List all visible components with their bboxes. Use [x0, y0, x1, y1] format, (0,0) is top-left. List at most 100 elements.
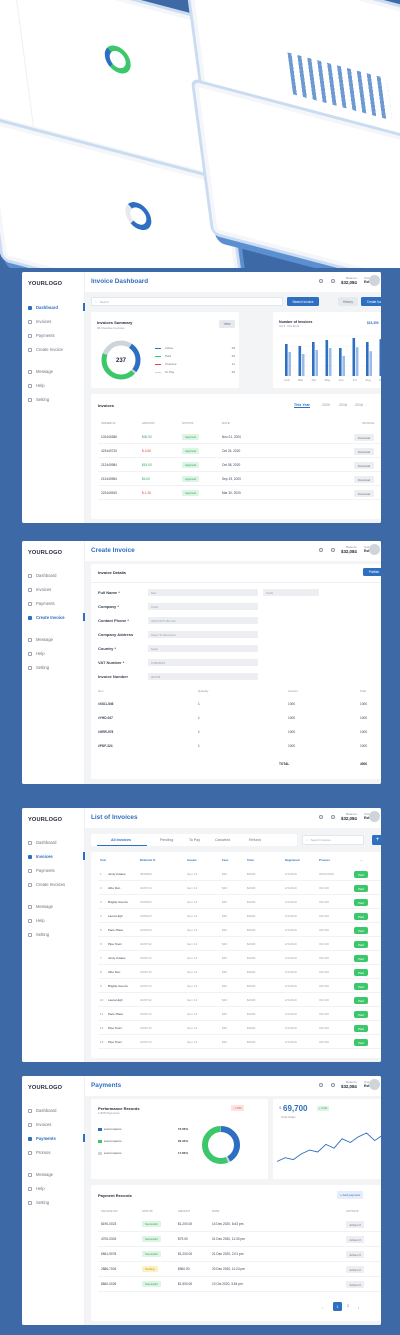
- nav-invoices[interactable]: Invoices: [28, 852, 85, 860]
- view-button[interactable]: View: [219, 320, 235, 328]
- nav-payments[interactable]: Payments: [28, 333, 85, 338]
- tab-all-invoices[interactable]: All Invoices: [111, 838, 131, 842]
- download-button[interactable]: Download: [354, 448, 374, 455]
- download-button[interactable]: Download: [354, 476, 374, 483]
- field-input[interactable]: Spain: [148, 645, 258, 652]
- nav-message[interactable]: Message: [28, 369, 85, 374]
- heart-icon[interactable]: [319, 279, 323, 283]
- search-invoices-input[interactable]: ○ Search Invoices: [302, 835, 364, 845]
- year-tab-2018[interactable]: 2018: [339, 403, 347, 407]
- legend-swatch: [155, 356, 161, 358]
- field-input[interactable]: Mayor St Barcelona: [148, 631, 258, 638]
- item-amount: 1000: [288, 716, 296, 720]
- nav-dashboard[interactable]: Dashboard: [28, 1108, 85, 1113]
- avatar[interactable]: [369, 1079, 380, 1090]
- actions-dropdown[interactable]: Actions ▾: [346, 1281, 364, 1288]
- avatar[interactable]: [369, 275, 380, 286]
- field-input[interactable]: 878826843: [148, 659, 258, 666]
- nav-payments[interactable]: Payments: [28, 1134, 85, 1142]
- actions-dropdown[interactable]: Actions ▾: [346, 1251, 364, 1258]
- nav-message[interactable]: Message: [28, 637, 85, 642]
- heart-icon[interactable]: [319, 815, 323, 819]
- next-page-icon[interactable]: ›: [358, 1305, 359, 1310]
- paid-button[interactable]: Paid: [354, 1025, 368, 1032]
- bell-icon[interactable]: [331, 815, 335, 819]
- nav-invoices[interactable]: Invoices: [28, 1122, 85, 1127]
- bell-icon[interactable]: [331, 279, 335, 283]
- paid-button[interactable]: Paid: [354, 969, 368, 976]
- tab-refund[interactable]: Refund: [249, 838, 261, 842]
- tab-to-pay[interactable]: To Pay: [189, 838, 200, 842]
- nav-setting[interactable]: Setting: [28, 397, 85, 402]
- actions-dropdown[interactable]: Actions ▾: [346, 1221, 364, 1228]
- paid-button[interactable]: Paid: [354, 941, 368, 948]
- field-input[interactable]: Twitto: [148, 603, 258, 610]
- avatar[interactable]: [369, 544, 380, 555]
- nav-dashboard[interactable]: Dashboard: [28, 840, 85, 845]
- avatar[interactable]: [369, 811, 380, 822]
- logo: YOURLOGO: [28, 817, 63, 823]
- field-input[interactable]: 001058: [148, 673, 258, 680]
- nav-help[interactable]: Help: [28, 918, 85, 923]
- prev-page-icon[interactable]: ‹: [322, 1305, 323, 1310]
- paid-button[interactable]: Paid: [354, 913, 368, 920]
- field-input[interactable]: Mac: [148, 589, 258, 596]
- nav-promos[interactable]: Promos: [28, 1150, 85, 1155]
- add-invoice-button[interactable]: +: [372, 835, 381, 845]
- page-2-button[interactable]: 2: [347, 1304, 349, 1308]
- year-tab-2020[interactable]: 2020: [322, 403, 330, 407]
- paid-button[interactable]: Paid: [354, 997, 368, 1004]
- download-button[interactable]: Download: [354, 490, 374, 497]
- nav-help[interactable]: Help: [28, 651, 85, 656]
- paid-button[interactable]: Paid: [354, 1039, 368, 1046]
- paid-button[interactable]: Paid: [354, 983, 368, 990]
- nav-setting[interactable]: Setting: [28, 1200, 85, 1205]
- paid-button[interactable]: Paid: [354, 1011, 368, 1018]
- download-button[interactable]: Download: [354, 462, 374, 469]
- total: $4000: [247, 1012, 256, 1016]
- nav-message[interactable]: Message: [28, 904, 85, 909]
- nav-setting[interactable]: Setting: [28, 932, 85, 937]
- actions-dropdown[interactable]: Actions ▾: [346, 1266, 364, 1273]
- paid-button[interactable]: Paid: [354, 955, 368, 962]
- paid-button[interactable]: Paid: [354, 871, 368, 878]
- nav-payments[interactable]: Payments: [28, 868, 85, 873]
- page-1-button[interactable]: 1: [333, 1302, 342, 1311]
- history-button[interactable]: History: [338, 297, 358, 306]
- nav-setting[interactable]: Setting: [28, 665, 85, 670]
- nav-payments[interactable]: Payments: [28, 601, 85, 606]
- bell-icon[interactable]: [331, 1083, 335, 1087]
- tab-pending[interactable]: Pending: [160, 838, 173, 842]
- search-input[interactable]: ○ Search: [91, 297, 283, 306]
- paid-button[interactable]: Paid: [354, 899, 368, 906]
- year-tab-2016[interactable]: 2016: [355, 403, 363, 407]
- search-invoice-button[interactable]: Search Invoice: [287, 297, 319, 306]
- nav-help[interactable]: Help: [28, 383, 85, 388]
- last-name-input[interactable]: Smith: [263, 589, 319, 596]
- nav-create-invoice[interactable]: Create Invoice: [28, 613, 85, 621]
- field-input[interactable]: (646) 5676 454-432: [148, 617, 258, 624]
- registered: 2/1/2019: [285, 1012, 297, 1016]
- nav-dashboard[interactable]: Dashboard: [28, 303, 85, 311]
- actions-dropdown[interactable]: Actions ▾: [346, 1236, 364, 1243]
- nav-help[interactable]: Help: [28, 1186, 85, 1191]
- nav-invoices[interactable]: Invoices: [28, 319, 85, 324]
- registered: 2/1/2019: [285, 956, 297, 960]
- publish-button[interactable]: Publish: [363, 568, 381, 576]
- year-tab-this-year[interactable]: This Year: [294, 403, 310, 408]
- heart-icon[interactable]: [319, 1083, 323, 1087]
- add-payment-button[interactable]: + Add payment: [337, 1191, 364, 1199]
- nav-invoices[interactable]: Invoices: [28, 587, 85, 592]
- heart-icon[interactable]: [319, 548, 323, 552]
- nav-create-invoice[interactable]: Create Invoice: [28, 347, 85, 352]
- paid-button[interactable]: Paid: [354, 927, 368, 934]
- header: Invoice Dashboard Balance$32,084 OwnerEs…: [85, 272, 381, 292]
- download-button[interactable]: Download: [354, 434, 374, 441]
- nav-message[interactable]: Message: [28, 1172, 85, 1177]
- paid-button[interactable]: Paid: [354, 885, 368, 892]
- bell-icon[interactable]: [331, 548, 335, 552]
- tab-canceled[interactable]: Canceled: [215, 838, 230, 842]
- create-invoice-button[interactable]: Create Invoice: [361, 297, 381, 306]
- nav-create-invoices[interactable]: Create Invoices: [28, 882, 85, 887]
- nav-dashboard[interactable]: Dashboard: [28, 573, 85, 578]
